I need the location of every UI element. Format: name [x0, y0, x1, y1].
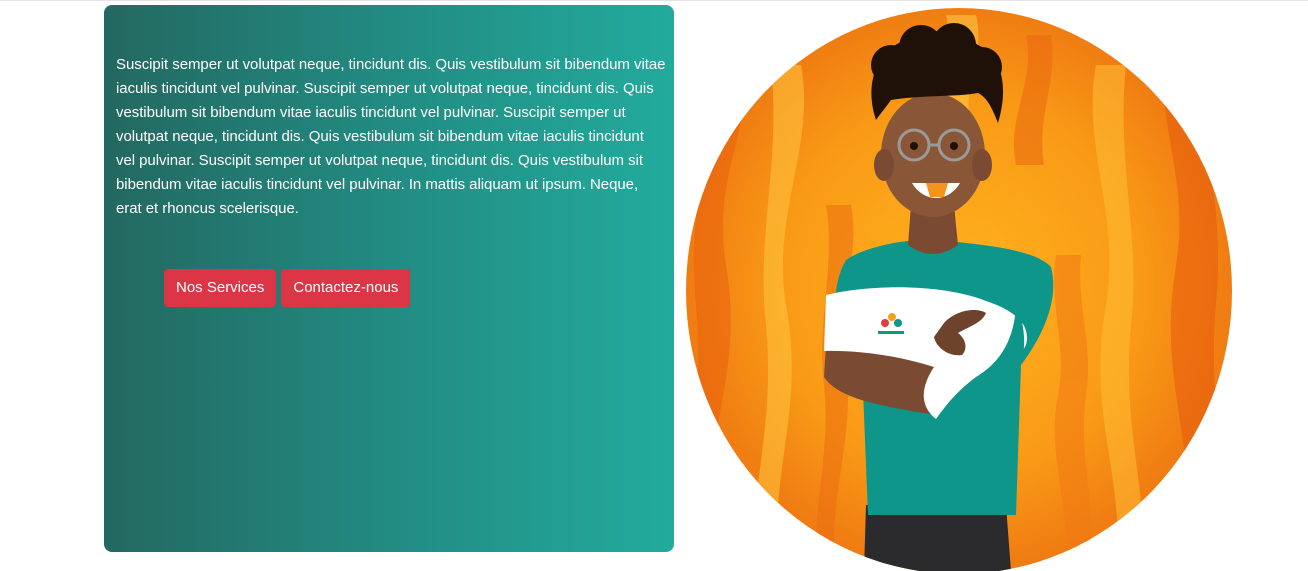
contact-button[interactable]: Contactez-nous: [281, 269, 411, 307]
hero-actions: Nos Services Contactez-nous: [164, 269, 411, 307]
hero-card: Suscipit semper ut volutpat neque, tinci…: [104, 5, 674, 552]
services-button[interactable]: Nos Services: [164, 269, 277, 307]
hero-paragraph: Suscipit semper ut volutpat neque, tinci…: [116, 56, 666, 217]
top-divider: [0, 0, 1308, 1]
face: [881, 93, 985, 217]
hero-illustration: [686, 5, 1232, 571]
